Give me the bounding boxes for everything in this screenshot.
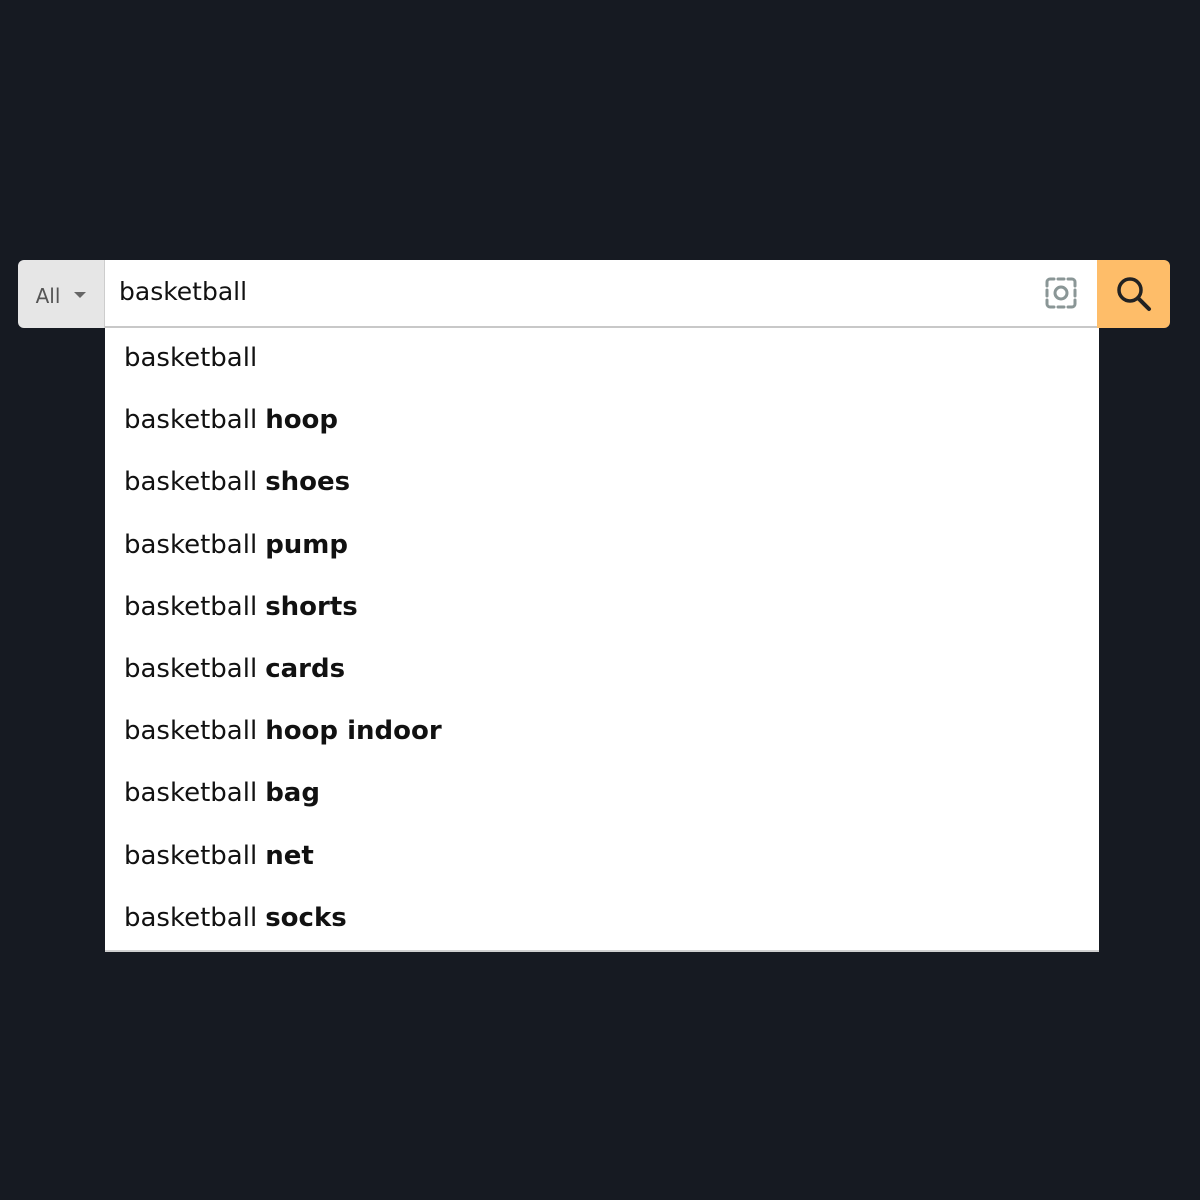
suggestion-suffix: net	[265, 840, 314, 871]
search-button[interactable]	[1097, 260, 1170, 328]
suggestion-prefix: basketball	[124, 654, 258, 685]
suggestion-item[interactable]: basketball	[105, 328, 1099, 390]
suggestions-panel: basketball basketball hoop basketball shoes b…	[105, 328, 1099, 952]
suggestion-item[interactable]: basketball cards	[105, 639, 1099, 701]
suggestion-prefix: basketball	[124, 529, 258, 560]
suggestion-prefix: basketball	[124, 840, 258, 871]
suggestion-item[interactable]: basketball net	[105, 826, 1099, 888]
suggestion-prefix: basketball	[124, 716, 258, 747]
suggestion-prefix: basketball	[124, 343, 258, 374]
suggestion-prefix: basketball	[124, 405, 258, 436]
suggestion-item[interactable]: basketball socks	[105, 888, 1099, 950]
category-dropdown[interactable]: All	[18, 260, 105, 328]
suggestion-item[interactable]: basketball hoop	[105, 390, 1099, 452]
suggestion-item[interactable]: basketball shoes	[105, 452, 1099, 514]
suggestion-prefix: basketball	[124, 591, 258, 622]
suggestion-suffix: hoop	[265, 405, 339, 436]
suggestion-suffix: pump	[265, 529, 349, 560]
suggestion-suffix: shoes	[265, 467, 351, 498]
suggestion-prefix: basketball	[124, 467, 258, 498]
camera-search-icon[interactable]	[1043, 275, 1079, 311]
suggestion-suffix: shorts	[265, 591, 358, 622]
category-label: All	[35, 284, 61, 308]
suggestion-item[interactable]: basketball hoop indoor	[105, 701, 1099, 763]
suggestion-prefix: basketball	[124, 902, 258, 933]
magnifier-icon	[1116, 277, 1151, 311]
caret-down-icon	[74, 292, 87, 298]
suggestion-prefix: basketball	[124, 778, 258, 809]
suggestion-item[interactable]: basketball pump	[105, 515, 1099, 577]
suggestion-suffix: hoop indoor	[265, 716, 442, 747]
suggestion-item[interactable]: basketball bag	[105, 763, 1099, 825]
suggestion-suffix: cards	[265, 654, 346, 685]
search-bar: All	[18, 260, 1170, 328]
suggestion-suffix: socks	[265, 902, 347, 933]
search-input[interactable]	[105, 260, 1043, 324]
search-input-wrapper	[105, 260, 1097, 328]
suggestion-item[interactable]: basketball shorts	[105, 577, 1099, 639]
suggestion-suffix: bag	[265, 778, 320, 809]
